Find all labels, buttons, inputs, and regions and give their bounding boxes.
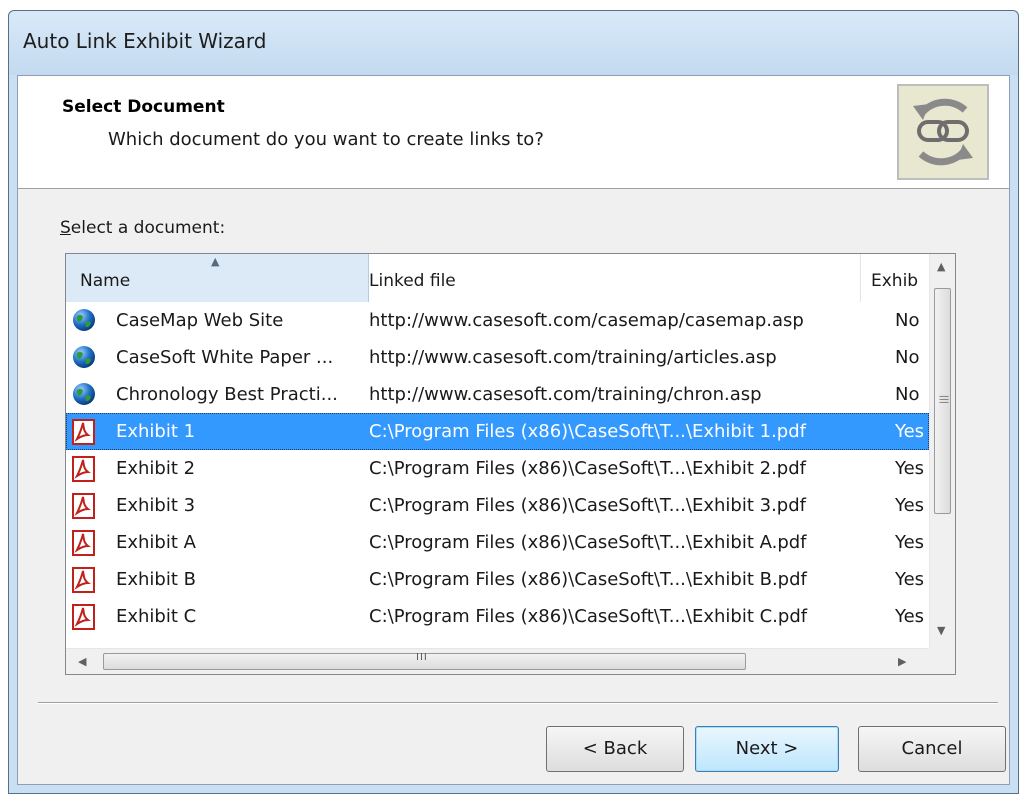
row-name: Exhibit C (116, 606, 197, 627)
next-button[interactable]: Next > (695, 726, 839, 772)
pdf-icon (72, 530, 96, 556)
row-exhibit: No (895, 347, 920, 368)
column-header-linked-file-label: Linked file (369, 271, 456, 291)
window-title: Auto Link Exhibit Wizard (23, 29, 267, 53)
table-row[interactable]: Exhibit 1 C:\Program Files (x86)\CaseSoft… (66, 413, 929, 450)
pdf-icon (72, 456, 96, 482)
row-linked-file: C:\Program Files (x86)\CaseSoft\T...\Exh… (369, 495, 806, 516)
table-row[interactable]: CaseMap Web Site http://www.casesoft.com/… (66, 302, 929, 339)
wizard-client-area: Select Document Which document do you wa… (17, 75, 1010, 785)
row-name: Exhibit A (116, 532, 196, 553)
scroll-right-icon[interactable]: ▶ (898, 655, 906, 668)
select-document-label: Select a document: (60, 218, 226, 238)
row-name: CaseMap Web Site (116, 310, 284, 331)
chain-link-refresh-icon (897, 84, 989, 180)
row-exhibit: Yes (895, 606, 925, 627)
wizard-header: Select Document Which document do you wa… (18, 76, 1009, 189)
horizontal-scroll-thumb[interactable]: III (103, 652, 746, 670)
select-document-label-text: elect a document: (70, 218, 226, 238)
grip-icon: III (416, 652, 428, 663)
scrollbar-corner (929, 648, 955, 674)
row-linked-file: http://www.casesoft.com/training/chron.a… (369, 384, 762, 405)
row-exhibit: Yes (895, 458, 925, 479)
row-linked-file: http://www.casesoft.com/training/article… (369, 347, 777, 368)
row-exhibit: Yes (895, 569, 925, 590)
horizontal-scrollbar[interactable]: ◀ III ▶ (66, 648, 929, 674)
globe-icon (72, 382, 96, 406)
row-name: Exhibit 1 (116, 421, 196, 442)
pdf-icon (72, 493, 96, 519)
column-header-linked-file[interactable]: Linked file (369, 254, 861, 302)
table-row[interactable]: Exhibit 2 C:\Program Files (x86)\CaseSoft… (66, 450, 929, 487)
row-exhibit: Yes (895, 421, 925, 442)
pdf-icon (72, 604, 96, 630)
column-header-name-label: Name (80, 271, 131, 291)
table-row[interactable]: Exhibit C C:\Program Files (x86)\CaseSoft… (66, 598, 929, 635)
row-linked-file: C:\Program Files (x86)\CaseSoft\T...\Exh… (369, 606, 808, 627)
row-linked-file: C:\Program Files (x86)\CaseSoft\T...\Exh… (369, 458, 806, 479)
scroll-up-icon[interactable]: ▲ (937, 260, 945, 273)
vertical-scroll-thumb[interactable]: — — — (934, 288, 951, 514)
sort-ascending-icon: ▲ (211, 255, 220, 268)
row-name: Exhibit B (116, 569, 196, 590)
pdf-icon (72, 567, 96, 593)
row-linked-file: http://www.casesoft.com/casemap/casemap.… (369, 310, 804, 331)
row-exhibit: No (895, 310, 920, 331)
scroll-down-icon[interactable]: ▼ (937, 624, 945, 637)
title-bar[interactable]: Auto Link Exhibit Wizard (9, 11, 1018, 75)
row-exhibit: Yes (895, 532, 925, 553)
document-list[interactable]: ▲ Name Linked file Exhib CaseMap Web Sit… (65, 253, 956, 675)
row-exhibit: No (895, 384, 920, 405)
cancel-button[interactable]: Cancel (858, 726, 1006, 772)
globe-icon (72, 308, 96, 332)
column-header-exhibit-label: Exhib (871, 271, 919, 291)
back-button[interactable]: < Back (546, 726, 684, 772)
table-row[interactable]: Exhibit B C:\Program Files (x86)\CaseSoft… (66, 561, 929, 598)
vertical-scrollbar[interactable]: ▲ — — — ▼ (929, 254, 955, 648)
pdf-icon (72, 419, 96, 445)
column-header-name[interactable]: ▲ Name (66, 254, 369, 302)
row-linked-file: C:\Program Files (x86)\CaseSoft\T...\Exh… (369, 569, 807, 590)
row-name: CaseSoft White Paper ... (116, 347, 334, 368)
table-row[interactable]: Chronology Best Practi... http://www.case… (66, 376, 929, 413)
page-title: Select Document (62, 97, 225, 117)
button-separator (38, 702, 998, 704)
row-exhibit: Yes (895, 495, 925, 516)
globe-icon (72, 345, 96, 369)
column-header-exhibit[interactable]: Exhib (861, 254, 929, 302)
row-name: Exhibit 3 (116, 495, 196, 516)
row-name: Chronology Best Practi... (116, 384, 338, 405)
row-linked-file: C:\Program Files (x86)\CaseSoft\T...\Exh… (369, 532, 807, 553)
table-row[interactable]: Exhibit A C:\Program Files (x86)\CaseSoft… (66, 524, 929, 561)
table-row[interactable]: Exhibit 3 C:\Program Files (x86)\CaseSoft… (66, 487, 929, 524)
row-name: Exhibit 2 (116, 458, 196, 479)
page-subtitle: Which document do you want to create lin… (108, 129, 544, 150)
table-row[interactable]: CaseSoft White Paper ... http://www.cases… (66, 339, 929, 376)
row-linked-file: C:\Program Files (x86)\CaseSoft\T...\Exh… (369, 421, 806, 442)
wizard-window: Auto Link Exhibit Wizard Select Document… (8, 10, 1019, 794)
scroll-left-icon[interactable]: ◀ (78, 655, 86, 668)
grip-icon: — — — (939, 391, 949, 408)
